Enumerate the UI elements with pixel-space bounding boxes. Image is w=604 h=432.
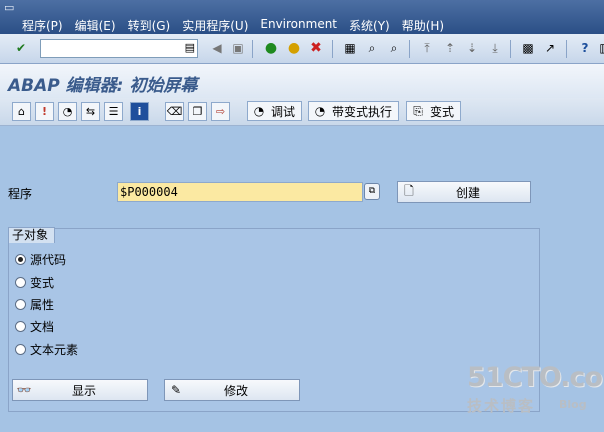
create-icon: 🗋: [404, 183, 414, 198]
radio-attributes-button[interactable]: [15, 299, 26, 310]
radio-variants[interactable]: 变式: [15, 274, 54, 291]
change-button[interactable]: ✎ 修改: [164, 379, 300, 401]
command-dropdown-icon[interactable]: ▤: [185, 41, 195, 54]
exit-icon[interactable]: ●: [285, 39, 303, 57]
radio-attributes[interactable]: 属性: [15, 296, 54, 313]
toolbar-separator: [252, 40, 253, 58]
toolbar-separator: [332, 40, 333, 58]
radio-source-code[interactable]: 源代码: [15, 251, 66, 268]
radio-variants-label: 变式: [30, 276, 55, 290]
variant-label: 变式: [430, 104, 455, 119]
create-button[interactable]: 🗋 创建: [397, 181, 531, 203]
value-help-icon[interactable]: ⧉: [364, 183, 380, 200]
menu-edit[interactable]: 编辑(E): [75, 17, 116, 34]
debug-label: 调试: [271, 104, 296, 119]
menu-utilities[interactable]: 实用程序(U): [182, 17, 248, 34]
create-label: 创建: [455, 185, 480, 200]
debug-button[interactable]: ◔ 调试: [247, 101, 303, 121]
radio-variants-button[interactable]: [15, 277, 26, 288]
radio-source-code-label: 源代码: [30, 253, 67, 267]
radio-source-code-button[interactable]: [15, 254, 26, 265]
check-icon[interactable]: !: [35, 102, 54, 121]
toolbar-separator: [566, 40, 567, 58]
variant-button[interactable]: ⎘ 变式: [406, 101, 462, 121]
display-label: 显示: [71, 383, 96, 398]
help-icon[interactable]: ?: [576, 39, 594, 57]
copy-icon[interactable]: ❐: [188, 102, 207, 121]
radio-text-elements[interactable]: 文本元素: [15, 341, 78, 358]
previous-icon[interactable]: ◀: [208, 39, 226, 57]
glasses-icon: 👓: [16, 383, 32, 397]
program-input[interactable]: $P000004: [117, 182, 363, 202]
enter-check-icon[interactable]: ✔: [12, 39, 30, 57]
variant-icon: ⎘: [413, 103, 423, 118]
menu-help[interactable]: 帮助(H): [402, 17, 444, 34]
menu-environment[interactable]: Environment: [260, 17, 337, 34]
previous-page-icon[interactable]: ⇡: [441, 39, 459, 57]
shortcut-icon[interactable]: ↗: [541, 39, 559, 57]
subobjects-title: 子对象: [8, 227, 56, 243]
standard-toolbar: ✔ ▤ ◀ ▣ ● ● ✖ ▦ ⌕ ⌕ ⤒ ⇡ ⇣ ⤓ ▩ ↗ ? ▥: [0, 34, 604, 64]
menu-goto[interactable]: 转到(G): [128, 17, 171, 34]
watermark-subtitle: 技术博客: [467, 397, 536, 415]
radio-text-elements-button[interactable]: [15, 344, 26, 355]
radio-documentation-button[interactable]: [15, 321, 26, 332]
rename-icon[interactable]: ⇨: [211, 102, 230, 121]
save-icon[interactable]: ▣: [229, 39, 247, 57]
execute-with-variant-button[interactable]: ◔ 带变式执行: [308, 101, 400, 121]
menu-program[interactable]: 程序(P): [22, 17, 63, 34]
page-title: ABAP 编辑器: 初始屏幕: [8, 76, 198, 96]
create-session-icon[interactable]: ▩: [519, 39, 537, 57]
pencil-icon: ✎: [170, 383, 182, 397]
radio-attributes-label: 属性: [30, 298, 55, 312]
find-icon[interactable]: ⌕: [363, 39, 381, 57]
watermark-logo: 51CTO.com: [467, 362, 604, 393]
display-button[interactable]: 👓 显示: [12, 379, 148, 401]
first-page-icon[interactable]: ⤒: [418, 39, 436, 57]
next-page-icon[interactable]: ⇣: [463, 39, 481, 57]
change-label: 修改: [223, 383, 248, 398]
application-toolbar: ⌂ ! ◔ ⇆ ☰ i ⌫ ❐ ⇨ ◔ 调试 ◔ 带变式执行 ⎘ 变式: [0, 98, 604, 126]
layout-menu-icon[interactable]: ▥: [596, 39, 604, 57]
info-icon[interactable]: i: [130, 102, 149, 121]
delete-icon[interactable]: ⌫: [165, 102, 184, 121]
execute-variant-label: 带变式执行: [332, 104, 393, 119]
activate-icon[interactable]: ◔: [58, 102, 77, 121]
other-object-icon[interactable]: ⌂: [12, 102, 31, 121]
menu-bar: ▭ 程序(P) 编辑(E) 转到(G) 实用程序(U) Environment …: [0, 0, 604, 34]
find-next-icon[interactable]: ⌕: [385, 39, 403, 57]
cancel-icon[interactable]: ✖: [307, 39, 325, 57]
object-list-icon[interactable]: ☰: [104, 102, 123, 121]
radio-text-elements-label: 文本元素: [30, 343, 79, 357]
back-icon[interactable]: ●: [262, 39, 280, 57]
debug-icon: ◔: [253, 104, 265, 118]
radio-documentation[interactable]: 文档: [15, 318, 54, 335]
title-bar: ABAP 编辑器: 初始屏幕: [0, 64, 604, 98]
toolbar-separator: [409, 40, 410, 58]
command-field[interactable]: ▤: [40, 39, 198, 58]
radio-documentation-label: 文档: [30, 320, 55, 334]
menu-system[interactable]: 系统(Y): [349, 17, 390, 34]
print-icon[interactable]: ▦: [341, 39, 359, 57]
command-input[interactable]: [41, 40, 181, 57]
watermark-blog: Blog: [559, 398, 587, 411]
program-label: 程序: [8, 187, 33, 201]
last-page-icon[interactable]: ⤓: [486, 39, 504, 57]
system-menu-icon[interactable]: ▭: [4, 2, 18, 14]
toolbar-separator: [510, 40, 511, 58]
where-used-icon[interactable]: ⇆: [81, 102, 100, 121]
execute-variant-icon: ◔: [314, 104, 326, 118]
menu-items: 程序(P) 编辑(E) 转到(G) 实用程序(U) Environment 系统…: [22, 17, 444, 34]
